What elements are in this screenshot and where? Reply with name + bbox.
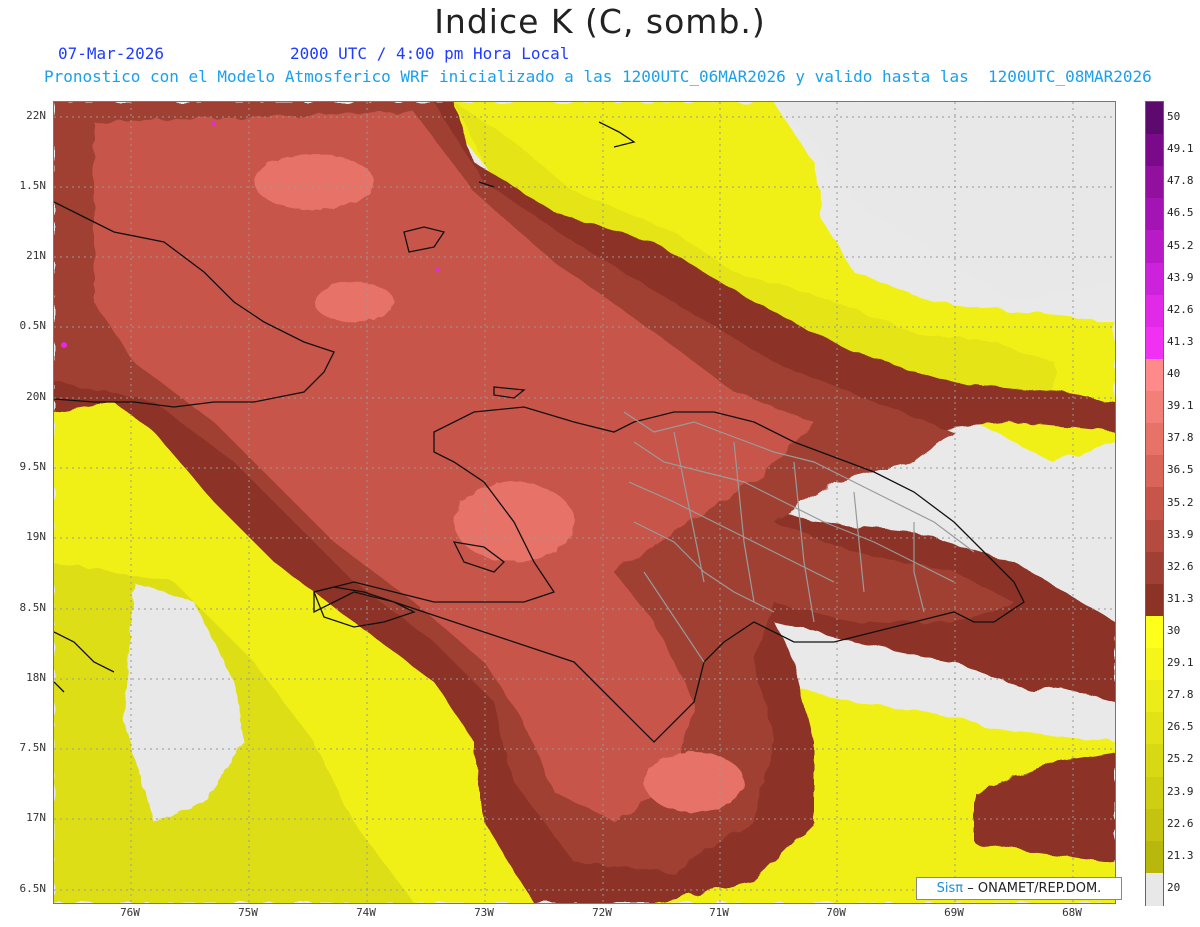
colorbar-label: 35.2	[1167, 495, 1194, 509]
colorbar-segment	[1146, 744, 1163, 778]
colorbar-segment	[1146, 583, 1163, 617]
lon-label: 75W	[238, 906, 258, 919]
lat-label: 18N	[26, 671, 46, 684]
colorbar-segment	[1146, 551, 1163, 585]
lon-label: 71W	[709, 906, 729, 919]
lat-label: 20N	[26, 390, 46, 403]
colorbar-segment	[1146, 102, 1163, 135]
colorbar-label: 47.8	[1167, 174, 1194, 188]
colorbar-label: 36.5	[1167, 463, 1194, 477]
lon-label: 76W	[120, 906, 140, 919]
colorbar-label: 30	[1167, 623, 1181, 637]
lat-label: 22N	[26, 109, 46, 122]
colorbar-label: 20	[1167, 880, 1181, 894]
magenta-spot	[436, 268, 440, 272]
time-label: 2000 UTC / 4:00 pm Hora Local	[290, 44, 570, 63]
colorbar-label: 50	[1167, 110, 1181, 124]
lat-label: 0.5N	[19, 319, 47, 332]
colorbar-label: 41.3	[1167, 334, 1194, 348]
map-panel	[53, 101, 1116, 904]
colorbar-segment	[1146, 455, 1163, 489]
colorbar-label: 33.9	[1167, 527, 1194, 541]
colorbar-segment	[1146, 648, 1163, 682]
k-index-field	[54, 102, 1115, 903]
colorbar-label: 49.1	[1167, 142, 1194, 156]
colorbar-segment	[1146, 423, 1163, 457]
map-title: Indice K (C, somb.)	[434, 2, 766, 41]
forecast-description: Pronostico con el Modelo Atmosferico WRF…	[44, 67, 1152, 86]
sispi-logo: Sisπ	[936, 881, 964, 896]
lon-label: 68W	[1062, 906, 1082, 919]
colorbar-label: 46.5	[1167, 206, 1194, 220]
lon-label: 73W	[474, 906, 494, 919]
credit-box: Sisπ – ONAMET/REP.DOM.	[916, 877, 1122, 900]
colorbar-segment	[1146, 615, 1163, 649]
credit-text: – ONAMET/REP.DOM.	[967, 881, 1102, 896]
colorbar-segment	[1146, 230, 1163, 264]
colorbar-segment	[1146, 326, 1163, 360]
magenta-spot	[212, 122, 216, 126]
date-label: 07-Mar-2026	[58, 44, 164, 63]
lat-label: 17N	[26, 811, 46, 824]
colorbar-segment	[1146, 294, 1163, 328]
lat-label: 9.5N	[19, 460, 47, 473]
colorbar-label: 45.2	[1167, 238, 1194, 252]
lat-label: 8.5N	[19, 601, 47, 614]
lon-label: 69W	[944, 906, 964, 919]
colorbar-label: 29.1	[1167, 656, 1194, 670]
lon-label: 74W	[356, 906, 376, 919]
colorbar-segment	[1146, 776, 1163, 810]
colorbar-segment	[1146, 166, 1163, 200]
colorbar-label: 31.3	[1167, 591, 1194, 605]
colorbar-segment	[1146, 487, 1163, 521]
colorbar-segment	[1146, 680, 1163, 714]
lon-label: 70W	[826, 906, 846, 919]
colorbar-segment	[1146, 872, 1163, 906]
lat-label: 21N	[26, 249, 46, 262]
colorbar-segment	[1146, 808, 1163, 842]
magenta-spot	[61, 342, 67, 348]
colorbar-label: 37.8	[1167, 431, 1194, 445]
colorbar-label: 32.6	[1167, 559, 1194, 573]
colorbar-label: 25.2	[1167, 752, 1194, 766]
colorbar-label: 27.8	[1167, 688, 1194, 702]
colorbar-segment	[1146, 198, 1163, 232]
colorbar-label: 23.9	[1167, 784, 1194, 798]
lat-label: 6.5N	[19, 882, 47, 895]
colorbar-label: 43.9	[1167, 270, 1194, 284]
colorbar-segment	[1146, 519, 1163, 553]
colorbar-segment	[1146, 134, 1163, 168]
colorbar	[1145, 101, 1164, 906]
colorbar-segment	[1146, 262, 1163, 296]
lat-label: 7.5N	[19, 741, 47, 754]
lat-label: 1.5N	[19, 179, 47, 192]
colorbar-segment	[1146, 712, 1163, 746]
colorbar-label: 39.1	[1167, 399, 1194, 413]
lat-label: 19N	[26, 530, 46, 543]
colorbar-segment	[1146, 358, 1163, 392]
colorbar-label: 21.3	[1167, 848, 1194, 862]
colorbar-segment	[1146, 391, 1163, 425]
lon-label: 72W	[592, 906, 612, 919]
colorbar-label: 22.6	[1167, 816, 1194, 830]
colorbar-label: 40	[1167, 367, 1181, 381]
colorbar-label: 42.6	[1167, 302, 1194, 316]
colorbar-segment	[1146, 840, 1163, 874]
colorbar-label: 26.5	[1167, 720, 1194, 734]
